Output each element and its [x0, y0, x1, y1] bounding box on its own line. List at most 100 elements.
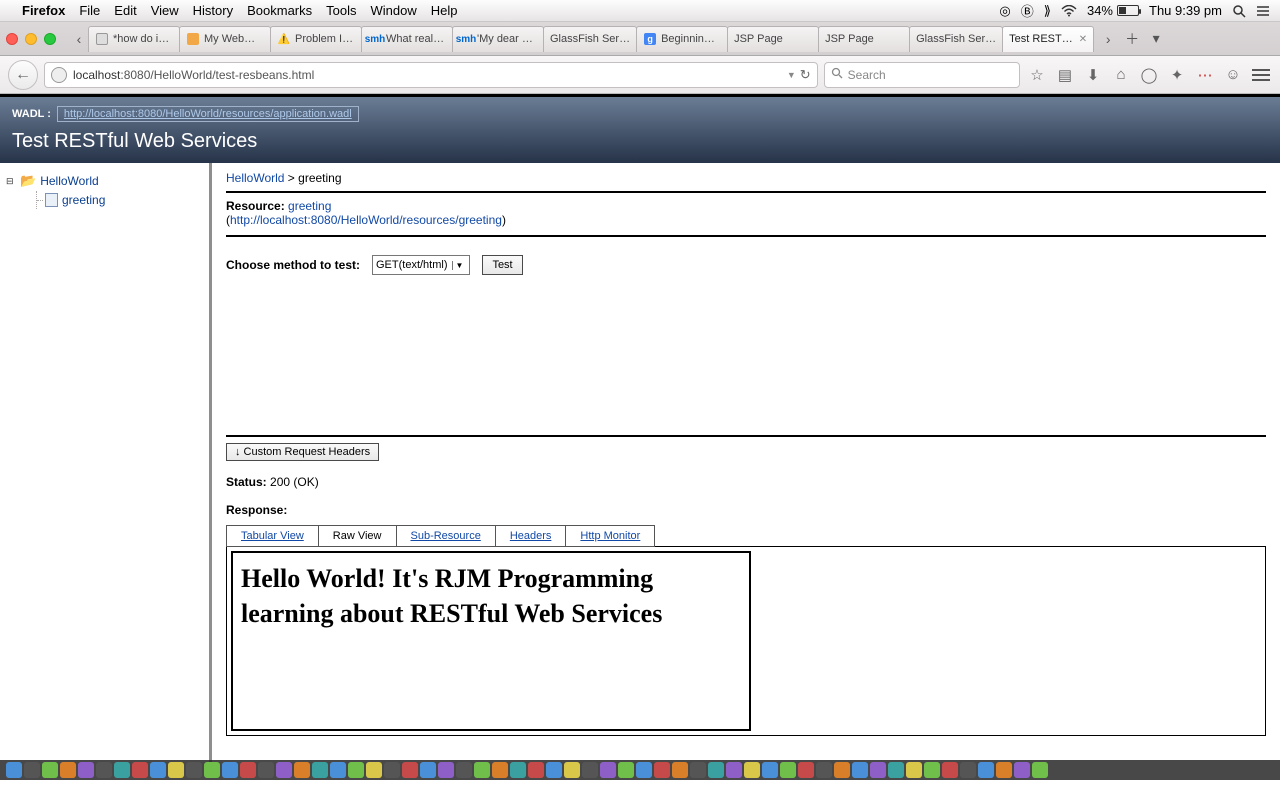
browser-tab[interactable]: JSP Page: [727, 26, 819, 52]
method-select[interactable]: GET(text/html) ▼: [372, 255, 470, 275]
dock-app-icon[interactable]: [852, 762, 868, 778]
dock-app-icon[interactable]: [384, 762, 400, 778]
response-tab[interactable]: Sub-Resource: [396, 525, 496, 547]
crumb-root[interactable]: HelloWorld: [226, 171, 284, 185]
dock-app-icon[interactable]: [96, 762, 112, 778]
browser-tab[interactable]: JSP Page: [818, 26, 910, 52]
dock-app-icon[interactable]: [204, 762, 220, 778]
notifications-icon[interactable]: [1256, 5, 1270, 17]
dock-app-icon[interactable]: [960, 762, 976, 778]
dock-app-icon[interactable]: [510, 762, 526, 778]
dock-app-icon[interactable]: [348, 762, 364, 778]
dock-app-icon[interactable]: [492, 762, 508, 778]
url-field[interactable]: localhost:8080/HelloWorld/test-resbeans.…: [44, 62, 818, 88]
browser-tab[interactable]: ⚠️Problem I…: [270, 26, 362, 52]
browser-tab[interactable]: GlassFish Ser…: [909, 26, 1003, 52]
window-minimize[interactable]: [25, 33, 37, 45]
dock-app-icon[interactable]: [600, 762, 616, 778]
response-tab[interactable]: Tabular View: [226, 525, 319, 547]
reader-icon[interactable]: ▤: [1054, 64, 1076, 86]
dock-app-icon[interactable]: [132, 762, 148, 778]
dock-app-icon[interactable]: [708, 762, 724, 778]
dock-app-icon[interactable]: [114, 762, 130, 778]
browser-tab[interactable]: GlassFish Ser…: [543, 26, 637, 52]
dock-app-icon[interactable]: [978, 762, 994, 778]
menu-button[interactable]: [1250, 64, 1272, 86]
response-tab[interactable]: Raw View: [318, 525, 397, 547]
dock-app-icon[interactable]: [762, 762, 778, 778]
dock-app-icon[interactable]: [798, 762, 814, 778]
wifi-icon[interactable]: [1061, 5, 1077, 17]
downloads-icon[interactable]: ⬇: [1082, 64, 1104, 86]
dock-app-icon[interactable]: [672, 762, 688, 778]
window-close[interactable]: [6, 33, 18, 45]
dock-app-icon[interactable]: [636, 762, 652, 778]
dock-app-icon[interactable]: [276, 762, 292, 778]
dock-app-icon[interactable]: [924, 762, 940, 778]
chat-icon[interactable]: ☺: [1222, 64, 1244, 86]
menu-tools[interactable]: Tools: [326, 3, 356, 18]
menu-help[interactable]: Help: [431, 3, 458, 18]
tree-collapse-icon[interactable]: ⊟: [6, 176, 16, 187]
dock-app-icon[interactable]: [258, 762, 274, 778]
dock-app-icon[interactable]: [366, 762, 382, 778]
dock-app-icon[interactable]: [240, 762, 256, 778]
dock-app-icon[interactable]: [456, 762, 472, 778]
tree-child-label[interactable]: greeting: [62, 193, 105, 207]
search-field[interactable]: Search: [824, 62, 1020, 88]
dock-app-icon[interactable]: [402, 762, 418, 778]
menu-window[interactable]: Window: [371, 3, 417, 18]
clock[interactable]: Thu 9:39 pm: [1149, 3, 1222, 18]
dock-app-icon[interactable]: [474, 762, 490, 778]
url-history-dropdown-icon[interactable]: ▼: [787, 70, 796, 80]
app-name[interactable]: Firefox: [22, 3, 65, 18]
dock-app-icon[interactable]: [780, 762, 796, 778]
dock-app-icon[interactable]: [834, 762, 850, 778]
home-icon[interactable]: ⌂: [1110, 64, 1132, 86]
dock-app-icon[interactable]: [654, 762, 670, 778]
addon-icon-1[interactable]: ✦: [1166, 64, 1188, 86]
reload-icon[interactable]: ↻: [800, 67, 811, 83]
browser-tab[interactable]: Test REST…✕: [1002, 26, 1094, 52]
dock-app-icon[interactable]: [222, 762, 238, 778]
dock-app-icon[interactable]: [906, 762, 922, 778]
response-tab[interactable]: Headers: [495, 525, 567, 547]
dock-app-icon[interactable]: [582, 762, 598, 778]
menu-history[interactable]: History: [193, 3, 233, 18]
dock-app-icon[interactable]: [330, 762, 346, 778]
test-button[interactable]: Test: [482, 255, 522, 275]
tree-child[interactable]: greeting: [36, 191, 203, 209]
window-zoom[interactable]: [44, 33, 56, 45]
dock-app-icon[interactable]: [1014, 762, 1030, 778]
resource-name[interactable]: greeting: [288, 199, 331, 213]
resource-url[interactable]: http://localhost:8080/HelloWorld/resourc…: [230, 213, 502, 227]
dock-app-icon[interactable]: [168, 762, 184, 778]
dock-app-icon[interactable]: [546, 762, 562, 778]
tabscroll-right-icon[interactable]: ›: [1099, 27, 1117, 51]
dock-app-icon[interactable]: [438, 762, 454, 778]
menu-file[interactable]: File: [79, 3, 100, 18]
back-button[interactable]: ←: [8, 60, 38, 90]
browser-tab[interactable]: *how do i…: [88, 26, 180, 52]
battery-status[interactable]: 34%: [1087, 3, 1139, 18]
bookmark-star-icon[interactable]: ☆: [1026, 64, 1048, 86]
dock-app-icon[interactable]: [816, 762, 832, 778]
sync-icon[interactable]: ◯: [1138, 64, 1160, 86]
browser-tab[interactable]: My Web…: [179, 26, 271, 52]
dock-app-icon[interactable]: [528, 762, 544, 778]
browser-tab[interactable]: smhWhat real…: [361, 26, 453, 52]
tab-close-icon[interactable]: ✕: [1079, 34, 1087, 45]
dock-app-icon[interactable]: [42, 762, 58, 778]
dock-app-icon[interactable]: [690, 762, 706, 778]
dock-app-icon[interactable]: [294, 762, 310, 778]
dock-app-icon[interactable]: [726, 762, 742, 778]
menu-edit[interactable]: Edit: [114, 3, 136, 18]
wadl-link[interactable]: http://localhost:8080/HelloWorld/resourc…: [64, 108, 352, 120]
dock-app-icon[interactable]: [186, 762, 202, 778]
browser-tab[interactable]: gBeginnin…: [636, 26, 728, 52]
tabscroll-left-icon[interactable]: ‹: [70, 27, 88, 51]
dock-app-icon[interactable]: [942, 762, 958, 778]
status-icon-1[interactable]: ◎: [999, 3, 1010, 19]
dock-app-icon[interactable]: [312, 762, 328, 778]
spotlight-icon[interactable]: [1232, 4, 1246, 18]
